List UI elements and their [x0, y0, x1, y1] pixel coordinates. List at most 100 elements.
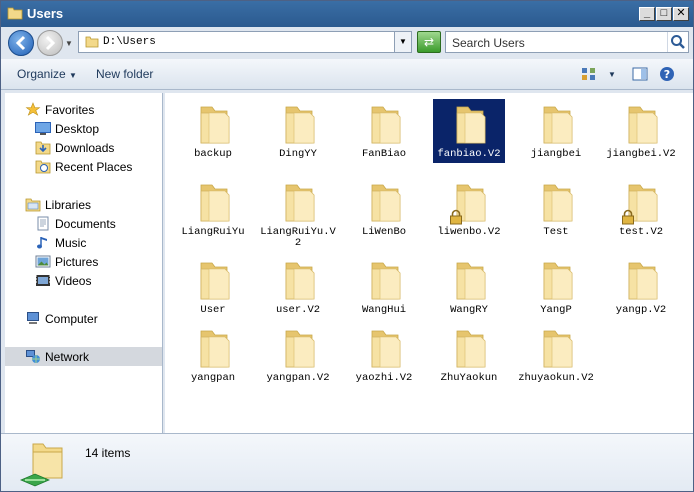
folder-item[interactable]: zhuyaokun.V2: [516, 321, 596, 401]
address-dropdown-icon[interactable]: ▼: [394, 32, 411, 52]
folder-name: jiangbei.V2: [606, 148, 676, 160]
nav-documents[interactable]: Documents: [5, 214, 162, 233]
network-icon: [26, 350, 40, 363]
lock-icon: [622, 209, 634, 225]
folder-item[interactable]: yangp.V2: [601, 253, 681, 333]
folder-item[interactable]: LiWenBo: [344, 175, 424, 255]
folder-item[interactable]: yaozhi.V2: [344, 321, 424, 401]
preview-pane-icon[interactable]: [632, 66, 648, 82]
folder-icon: [456, 262, 486, 300]
file-list-view[interactable]: backup DingYY FanBiao fanbiao.V2 jiangbe…: [165, 93, 693, 433]
nav-network[interactable]: Network: [5, 347, 162, 366]
svg-text:?: ?: [664, 68, 670, 81]
folder-item[interactable]: Test: [516, 175, 596, 255]
maximize-button[interactable]: □: [656, 7, 672, 21]
folder-item[interactable]: jiangbei.V2: [601, 97, 681, 177]
folder-item[interactable]: DingYY: [258, 97, 338, 177]
folder-name: ZhuYaokun: [440, 372, 498, 384]
folder-item[interactable]: FanBiao: [344, 97, 424, 177]
folder-name: LiWenBo: [361, 226, 407, 238]
folder-icon: [285, 330, 315, 368]
folder-item[interactable]: yangpan.V2: [258, 321, 338, 401]
folder-name: WangHui: [361, 304, 407, 316]
lock-icon: [450, 209, 462, 225]
window-title: Users: [27, 6, 64, 21]
nav-downloads-label: Downloads: [55, 141, 115, 155]
folder-item[interactable]: LiangRuiYu: [173, 175, 253, 255]
folder-item[interactable]: jiangbei: [516, 97, 596, 177]
nav-videos[interactable]: Videos: [5, 271, 162, 290]
folder-item[interactable]: backup: [173, 97, 253, 177]
folder-name: test.V2: [618, 226, 664, 238]
address-path: D:\Users: [103, 36, 156, 48]
close-button[interactable]: ✕: [673, 7, 689, 21]
libraries-icon: [25, 198, 41, 212]
nav-music[interactable]: Music: [5, 233, 162, 252]
folder-icon: [285, 106, 315, 144]
nav-computer[interactable]: Computer: [5, 309, 162, 328]
folder-name: DingYY: [279, 148, 317, 160]
recent-pages-dropdown-icon[interactable]: ▼: [65, 39, 75, 48]
folder-icon: [371, 330, 401, 368]
folder-name: LiangRuiYu.V2: [260, 226, 336, 249]
folder-icon: [285, 184, 315, 222]
folder-icon: [543, 106, 573, 144]
folder-item[interactable]: LiangRuiYu.V2: [258, 175, 338, 255]
pictures-icon: [35, 255, 51, 268]
folder-icon: [85, 36, 99, 48]
folder-name: yangpan: [190, 372, 236, 384]
nav-desktop-label: Desktop: [55, 122, 100, 136]
nav-libraries-label: Libraries: [45, 198, 92, 212]
recent-places-icon: [35, 160, 51, 174]
folder-item[interactable]: liwenbo.V2: [429, 175, 509, 255]
forward-button[interactable]: [37, 30, 63, 56]
folder-item[interactable]: ZhuYaokun: [429, 321, 509, 401]
computer-icon: [27, 312, 39, 324]
folder-name: user.V2: [275, 304, 321, 316]
change-view-icon[interactable]: [581, 66, 597, 82]
nav-pictures-label: Pictures: [55, 255, 99, 269]
folder-name: FanBiao: [361, 148, 407, 160]
search-input[interactable]: Search Users: [445, 31, 689, 53]
minimize-button[interactable]: _: [639, 7, 655, 21]
nav-downloads[interactable]: Downloads: [5, 138, 162, 157]
folder-icon: [543, 330, 573, 368]
nav-computer-label: Computer: [45, 312, 98, 326]
navigation-pane: Favorites Desktop Downloads Recent Place…: [5, 93, 163, 433]
folder-name: YangP: [540, 304, 572, 316]
explorer-window: Users _ □ ✕ ▼ D:\Users ▼ ⇄ Search Users …: [0, 0, 694, 492]
nav-desktop[interactable]: Desktop: [5, 119, 162, 138]
folder-icon: [543, 184, 573, 222]
organize-button[interactable]: Organize ▼: [17, 67, 77, 81]
title-bar[interactable]: Users _ □ ✕: [1, 1, 693, 27]
network-folder-icon: [19, 443, 63, 487]
view-options-dropdown-icon[interactable]: ▼: [608, 70, 616, 79]
folder-icon: [200, 184, 230, 222]
refresh-button[interactable]: ⇄: [417, 31, 441, 53]
nav-pictures[interactable]: Pictures: [5, 252, 162, 271]
folder-item[interactable]: yangpan: [173, 321, 253, 401]
folder-icon: [200, 106, 230, 144]
new-folder-button[interactable]: New folder: [96, 67, 153, 81]
folder-item[interactable]: fanbiao.V2: [429, 97, 509, 177]
help-icon[interactable]: ?: [659, 66, 675, 82]
folder-item[interactable]: test.V2: [601, 175, 681, 255]
nav-favorites[interactable]: Favorites: [5, 100, 162, 119]
search-placeholder: Search Users: [452, 36, 525, 50]
desktop-icon: [35, 122, 51, 135]
details-pane: 14 items: [1, 433, 693, 491]
nav-libraries[interactable]: Libraries: [5, 195, 162, 214]
folder-icon: [371, 184, 401, 222]
back-arrow-icon: [15, 35, 26, 51]
folder-name: WangRY: [450, 304, 488, 316]
folder-name: liwenbo.V2: [437, 226, 501, 238]
address-bar[interactable]: D:\Users ▼: [78, 31, 412, 53]
nav-recent-places[interactable]: Recent Places: [5, 157, 162, 176]
search-icon[interactable]: [667, 32, 688, 52]
folder-icon: [456, 106, 486, 144]
organize-label: Organize: [17, 67, 66, 81]
command-toolbar: Organize ▼ New folder ▼ ?: [1, 59, 693, 90]
documents-icon: [37, 216, 49, 231]
folder-icon: [371, 106, 401, 144]
back-button[interactable]: [8, 30, 34, 56]
